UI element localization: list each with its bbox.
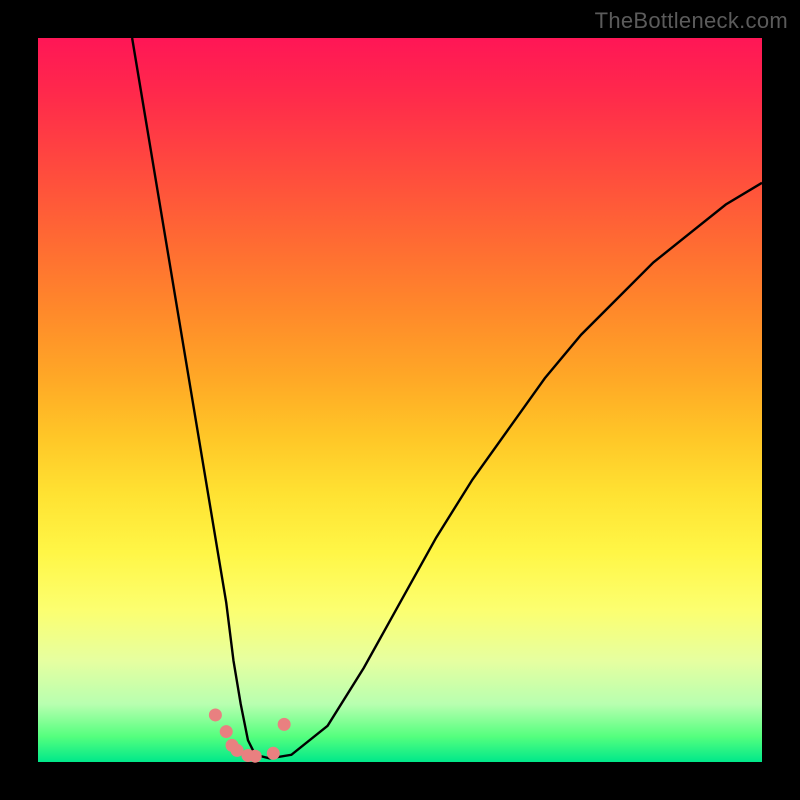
marker-point [220,725,233,738]
marker-group [209,708,291,762]
bottleneck-curve [132,38,762,758]
marker-point [249,750,262,763]
plot-area [38,38,762,762]
chart-svg [38,38,762,762]
outer-frame: TheBottleneck.com [0,0,800,800]
marker-point [267,747,280,760]
marker-point [209,708,222,721]
watermark-text: TheBottleneck.com [595,8,788,34]
marker-point [278,718,291,731]
